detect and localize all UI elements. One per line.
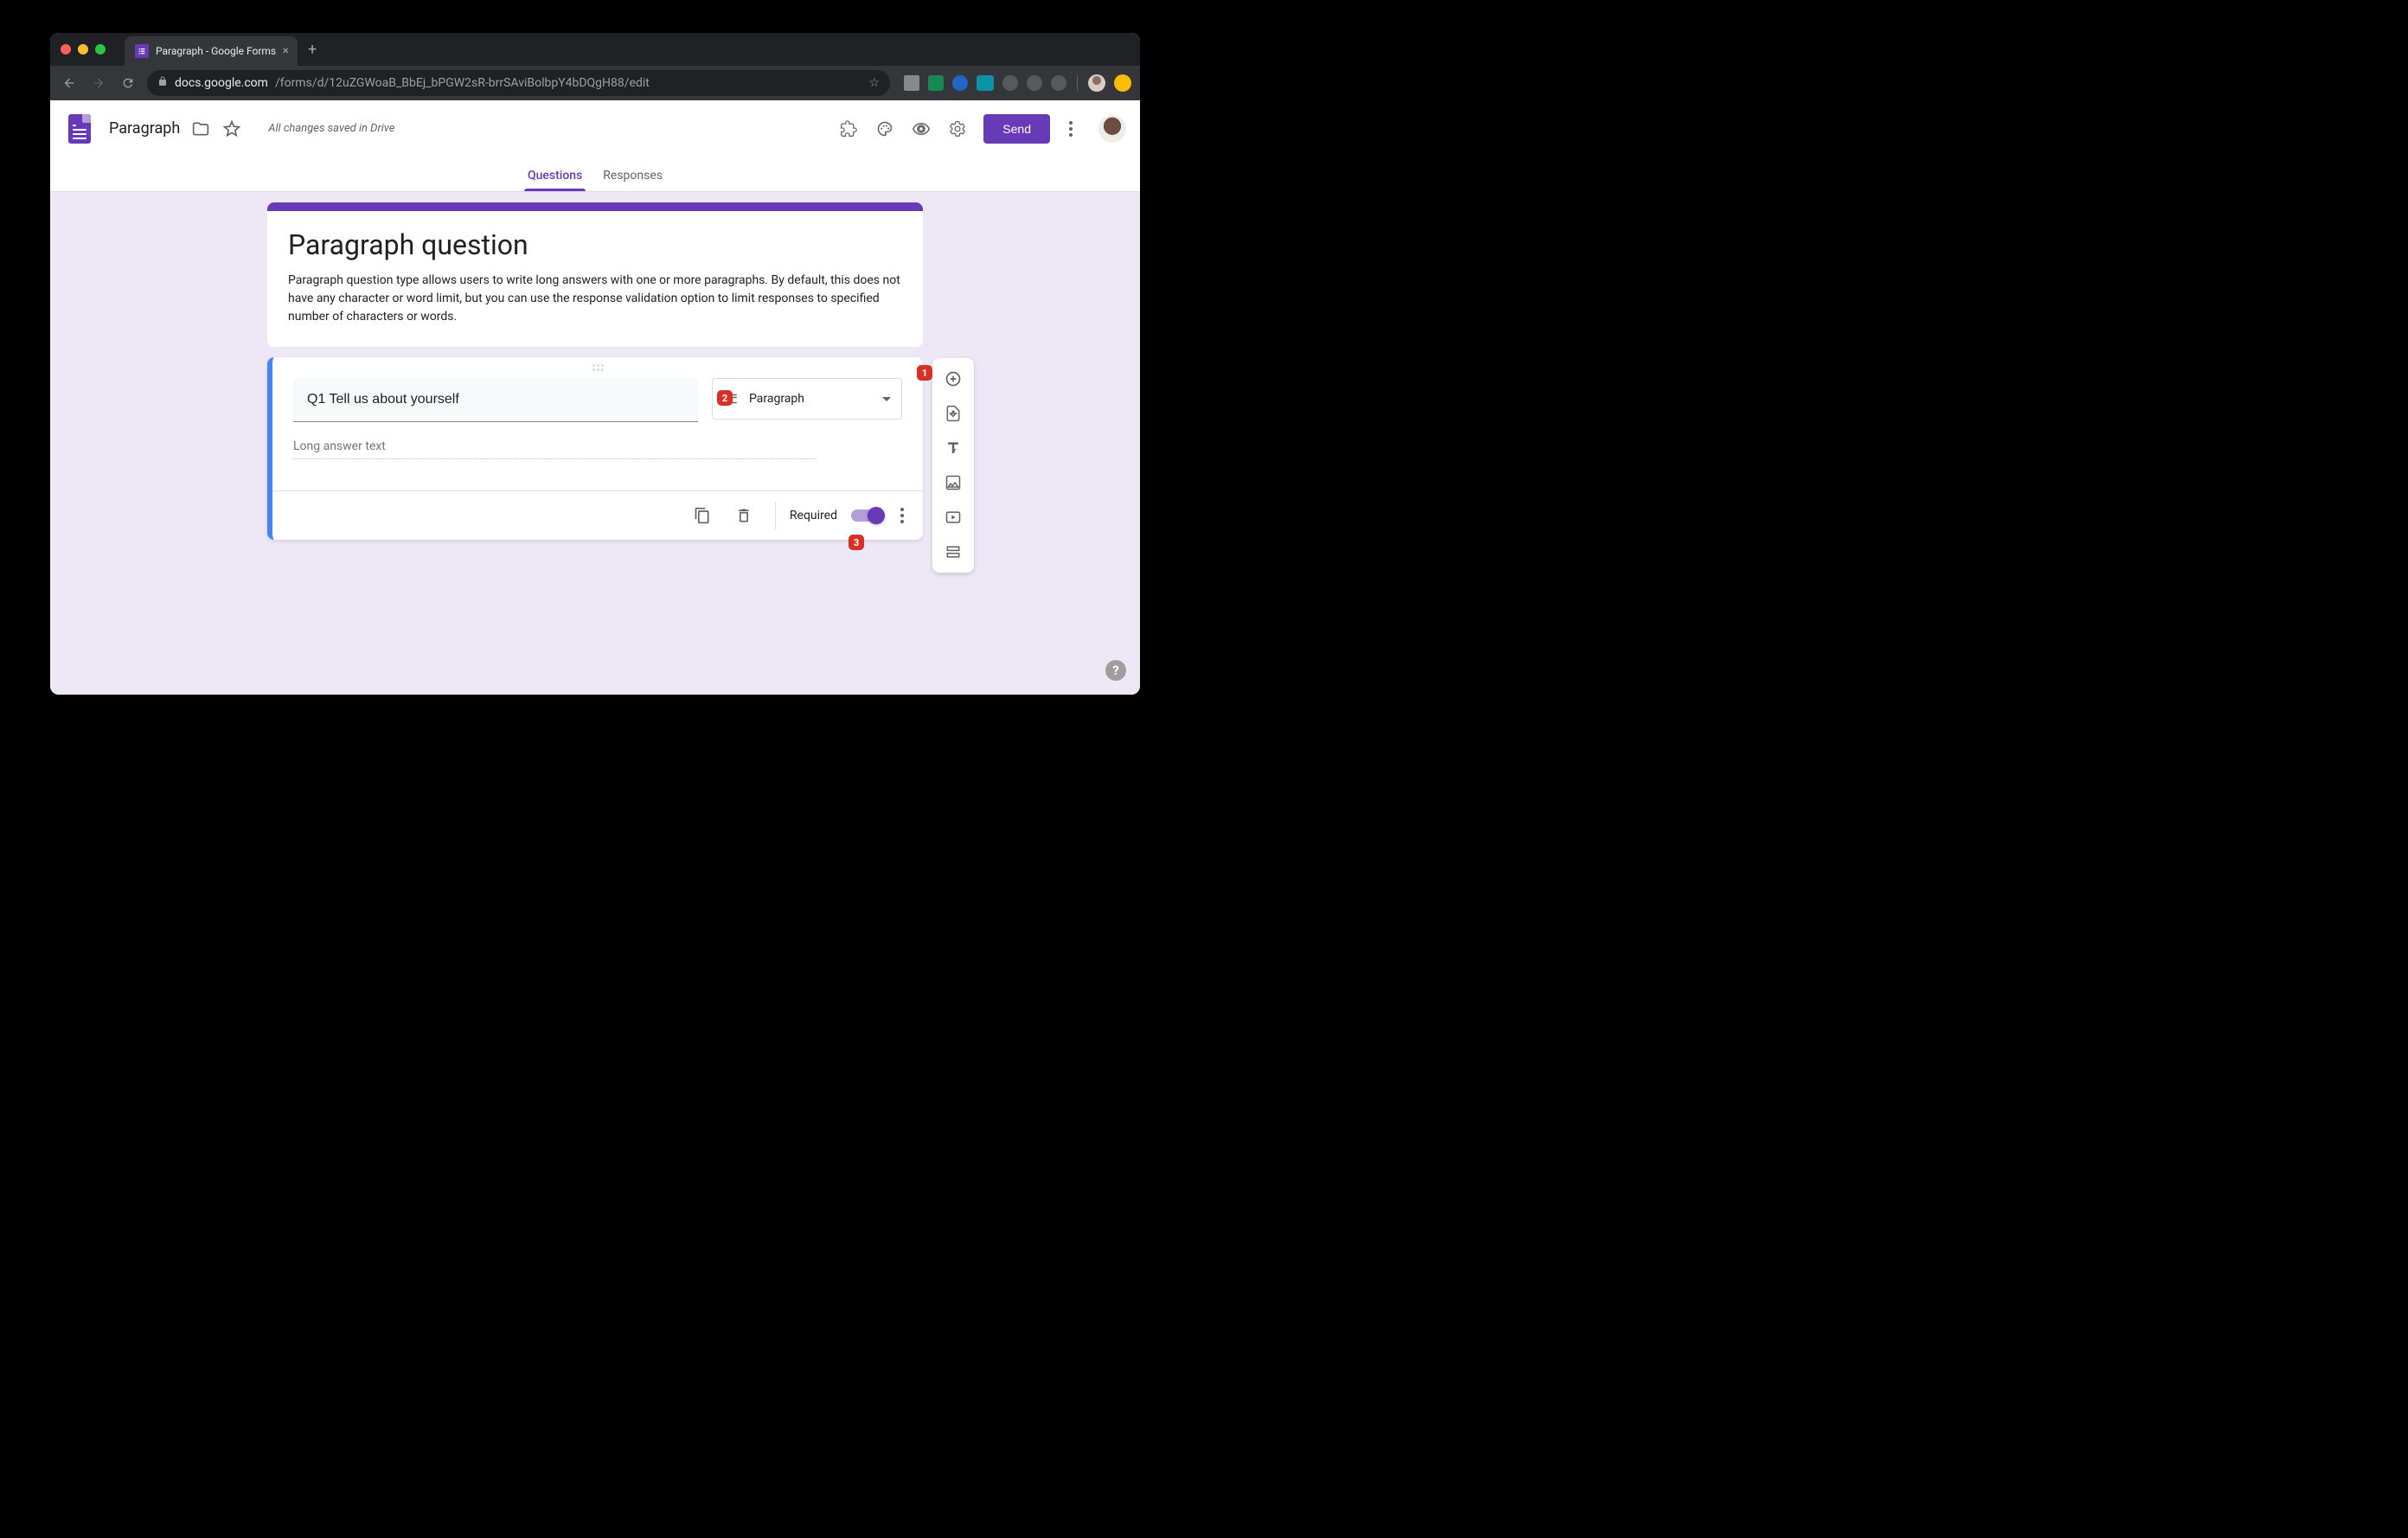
preview-icon[interactable] (911, 119, 932, 139)
addons-icon[interactable] (838, 119, 859, 139)
annotation-badge-1: 1 (917, 365, 932, 381)
reload-button[interactable] (118, 76, 138, 90)
separator (775, 502, 776, 529)
browser-toolbar: docs.google.com/forms/d/12uZGWoaB_BbEj_b… (50, 66, 1140, 100)
profile-avatar[interactable] (1088, 74, 1105, 92)
folder-icon[interactable] (190, 119, 211, 139)
form-tabs: Questions Responses (50, 157, 1140, 192)
side-toolbar: 1 (932, 358, 974, 573)
form-title[interactable]: Paragraph question (288, 228, 902, 261)
extension-icon[interactable] (1002, 75, 1018, 91)
extension-icon[interactable] (928, 75, 944, 91)
add-video-button[interactable] (938, 502, 969, 533)
forms-favicon (135, 44, 149, 58)
help-button[interactable]: ? (1105, 660, 1126, 681)
extension-icon[interactable] (1114, 74, 1131, 92)
delete-button[interactable] (727, 498, 761, 533)
url-host: docs.google.com (175, 76, 268, 90)
settings-icon[interactable] (947, 119, 968, 139)
url-path: /forms/d/12uZGWoaB_BbEj_bPGW2sR-brrSAviB… (275, 76, 650, 90)
form-description[interactable]: Paragraph question type allows users to … (288, 272, 902, 326)
more-menu-button[interactable] (1066, 118, 1076, 140)
tab-questions[interactable]: Questions (517, 169, 592, 191)
extension-icon[interactable] (1051, 75, 1066, 91)
add-title-button[interactable] (938, 433, 969, 464)
extension-icon[interactable] (904, 75, 919, 91)
question-title-input[interactable] (293, 378, 698, 422)
duplicate-button[interactable] (685, 498, 720, 533)
tab-responses[interactable]: Responses (592, 169, 673, 191)
star-icon[interactable] (221, 119, 242, 139)
required-toggle[interactable] (851, 509, 883, 522)
browser-titlebar: Paragraph - Google Forms × + (50, 33, 1140, 66)
question-type-label: Paragraph (749, 392, 872, 406)
add-image-button[interactable] (938, 467, 969, 498)
bookmark-star-button[interactable]: ☆ (868, 76, 880, 90)
form-canvas: Paragraph question Paragraph question ty… (50, 192, 1140, 695)
annotation-badge-3: 3 (849, 535, 864, 550)
forward-button[interactable] (88, 76, 109, 90)
palette-icon[interactable] (874, 119, 895, 139)
close-tab-button[interactable]: × (283, 44, 289, 58)
browser-tab[interactable]: Paragraph - Google Forms × (125, 36, 298, 66)
extension-icon[interactable] (952, 75, 968, 91)
annotation-badge-2: 2 (717, 390, 733, 406)
back-button[interactable] (59, 76, 80, 90)
extension-icon[interactable] (977, 75, 994, 91)
question-footer: Required 3 (272, 490, 923, 540)
document-title[interactable]: Paragraph (109, 119, 180, 138)
forms-logo[interactable] (64, 113, 95, 144)
save-status: All changes saved in Drive (268, 122, 394, 135)
user-avatar[interactable] (1098, 115, 1126, 143)
minimize-window-button[interactable] (78, 44, 88, 54)
browser-window: Paragraph - Google Forms × + docs.google… (50, 33, 1140, 695)
separator (1077, 75, 1078, 91)
extension-icon[interactable] (1027, 75, 1042, 91)
question-card[interactable]: 2 Paragraph Long answer text Required (267, 357, 923, 540)
send-button[interactable]: Send (983, 114, 1050, 144)
form-title-card[interactable]: Paragraph question Paragraph question ty… (267, 202, 923, 347)
answer-placeholder: Long answer text (293, 439, 817, 459)
add-section-button[interactable] (938, 536, 969, 567)
new-tab-button[interactable]: + (308, 41, 317, 59)
extension-icons (899, 74, 1131, 92)
required-label: Required (790, 509, 837, 522)
window-controls (61, 44, 106, 54)
maximize-window-button[interactable] (95, 44, 106, 54)
question-type-dropdown[interactable]: Paragraph (712, 378, 902, 420)
add-question-button[interactable] (938, 363, 969, 394)
forms-header: Paragraph All changes saved in Drive Sen… (50, 100, 1140, 157)
tab-title: Paragraph - Google Forms (156, 45, 276, 57)
address-bar[interactable]: docs.google.com/forms/d/12uZGWoaB_BbEj_b… (147, 70, 890, 96)
drag-handle[interactable] (272, 357, 923, 378)
close-window-button[interactable] (61, 44, 71, 54)
chevron-down-icon (882, 397, 891, 401)
question-more-button[interactable] (897, 504, 907, 527)
lock-icon (157, 76, 168, 90)
import-questions-button[interactable] (938, 398, 969, 429)
